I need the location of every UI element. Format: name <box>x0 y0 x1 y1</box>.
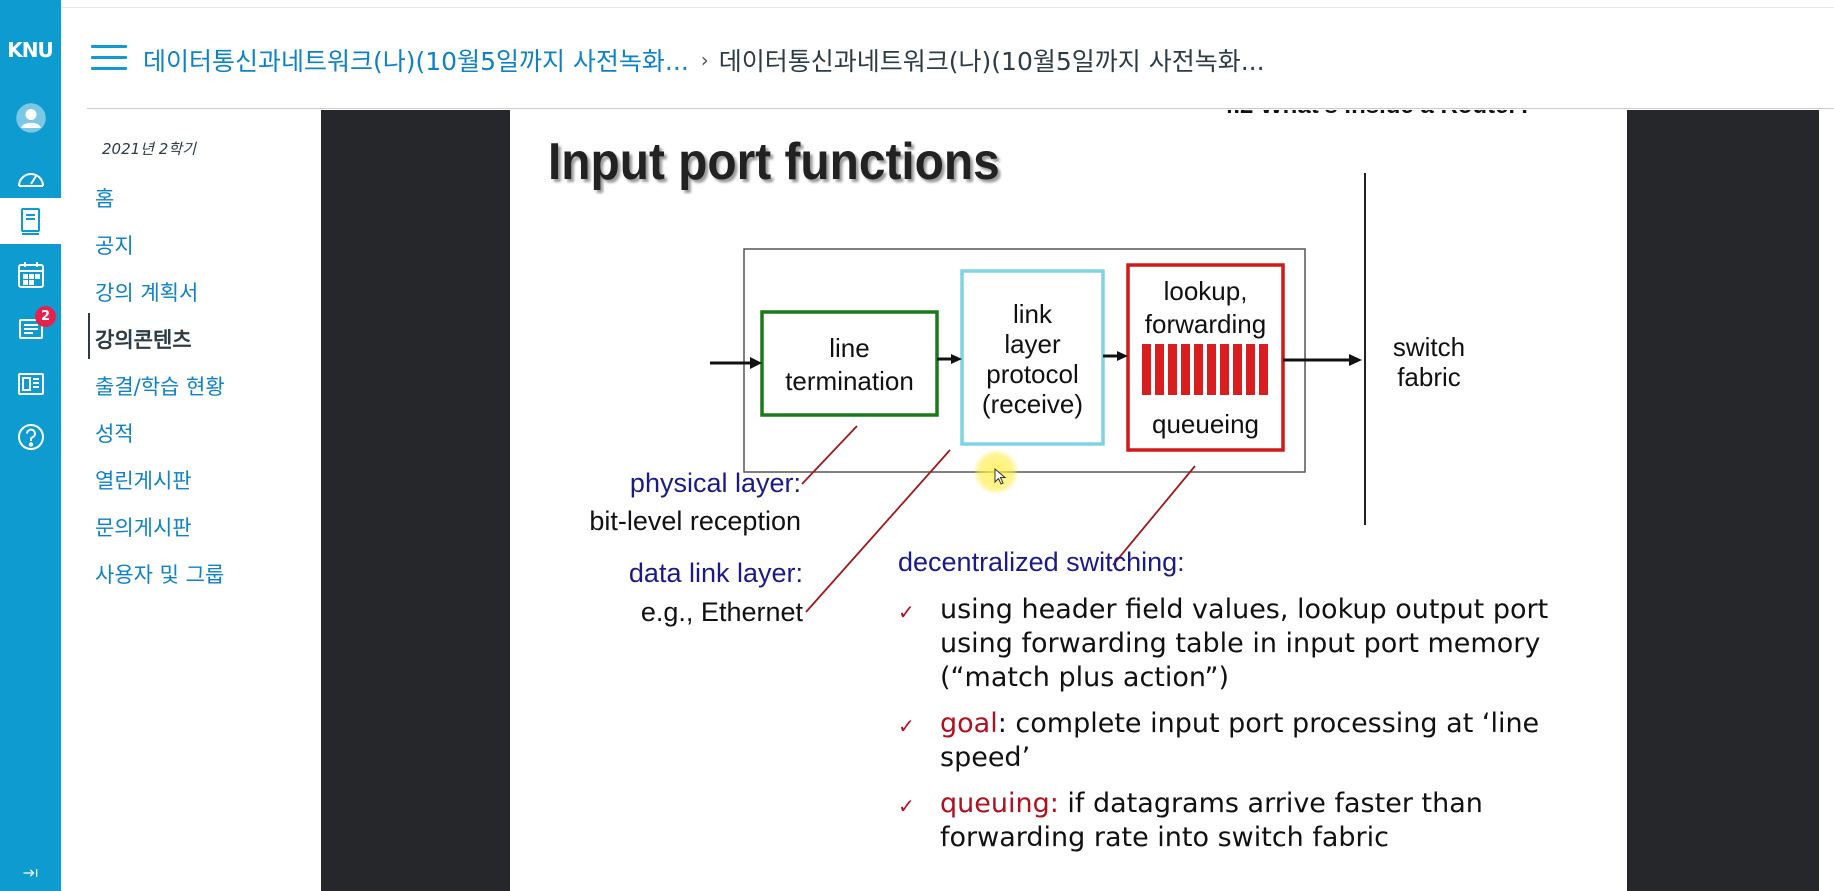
course-nav-people[interactable]: 사용자 및 그룹 <box>95 559 224 589</box>
global-nav-help[interactable] <box>0 414 61 460</box>
lookup-forwarding-text: lookup, forwarding <box>1144 276 1267 339</box>
data-link-layer-label: data link layer: <box>628 558 803 588</box>
line-termination-text: line termination <box>785 333 914 396</box>
global-nav-studio[interactable] <box>0 361 61 407</box>
decentralized-switching-heading: decentralized switching: <box>898 547 1185 577</box>
course-nav-announcements[interactable]: 공지 <box>95 230 134 260</box>
header-divider <box>87 108 1834 109</box>
top-divider <box>61 7 1834 8</box>
physical-layer-label: physical layer: <box>629 468 801 498</box>
mouse-pointer-icon <box>994 468 1007 485</box>
global-nav-inbox[interactable]: 2 <box>0 305 61 351</box>
help-icon <box>17 424 44 450</box>
course-nav-attendance[interactable]: 출결/학습 현황 <box>95 371 225 401</box>
hamburger-menu-icon[interactable] <box>91 45 127 71</box>
course-nav-contents[interactable]: 강의콘텐츠 <box>95 324 192 354</box>
course-nav-inquiry-board[interactable]: 문의게시판 <box>95 512 192 542</box>
course-term: 2021년 2학기 <box>102 140 196 158</box>
lecture-slide: 4.2 What's inside a Router? Input port f… <box>510 110 1627 891</box>
breadcrumb-separator: › <box>700 48 709 72</box>
breadcrumb: 데이터통신과네트워크(나)(10월5일까지 사전녹화... › 데이터통신과네트… <box>143 42 1265 78</box>
collapse-nav-icon <box>23 869 37 877</box>
calendar-icon <box>17 262 44 288</box>
user-avatar-icon <box>15 103 46 133</box>
data-link-layer-desc: e.g., Ethernet <box>640 597 803 627</box>
global-nav-collapse[interactable] <box>0 868 61 891</box>
course-nav-open-board[interactable]: 열린게시판 <box>95 465 192 495</box>
app-logo[interactable]: KNU <box>5 38 55 62</box>
queue-bars <box>1142 344 1268 395</box>
course-nav: 2021년 2학기 홈 공지 강의 계획서 강의콘텐츠 출결/학습 현황 성적 … <box>88 110 320 891</box>
global-nav-account[interactable] <box>0 95 61 141</box>
global-nav-dashboard[interactable] <box>0 155 61 201</box>
physical-layer-desc: bit-level reception <box>589 506 801 536</box>
queueing-text: queueing <box>1152 409 1259 439</box>
course-nav-syllabus[interactable]: 강의 계획서 <box>95 277 198 307</box>
course-nav-grades[interactable]: 성적 <box>95 418 134 448</box>
course-nav-home[interactable]: 홈 <box>95 183 114 213</box>
top-bar: 데이터통신과네트워크(나)(10월5일까지 사전녹화... › 데이터통신과네트… <box>61 0 1834 110</box>
check-icon: ✓ <box>898 714 915 738</box>
book-icon <box>20 208 40 235</box>
check-icon: ✓ <box>898 794 915 818</box>
global-nav-calendar[interactable] <box>0 252 61 298</box>
check-icon: ✓ <box>898 600 915 624</box>
studio-icon <box>17 373 44 395</box>
course-nav-active-indicator <box>88 313 90 359</box>
breadcrumb-course-link[interactable]: 데이터통신과네트워크(나)(10월5일까지 사전녹화... <box>143 42 689 78</box>
global-nav-courses[interactable] <box>0 198 61 244</box>
global-nav: KNU 2 <box>0 0 61 891</box>
breadcrumb-current: 데이터통신과네트워크(나)(10월5일까지 사전녹화... <box>718 47 1265 76</box>
link-layer-text: link layer protocol (receive) <box>981 299 1084 419</box>
speedometer-icon <box>17 173 44 187</box>
content-viewer[interactable]: 4.2 What's inside a Router? Input port f… <box>321 110 1819 891</box>
switch-fabric-text: switch fabric <box>1392 332 1466 392</box>
inbox-unread-badge: 2 <box>35 306 56 327</box>
